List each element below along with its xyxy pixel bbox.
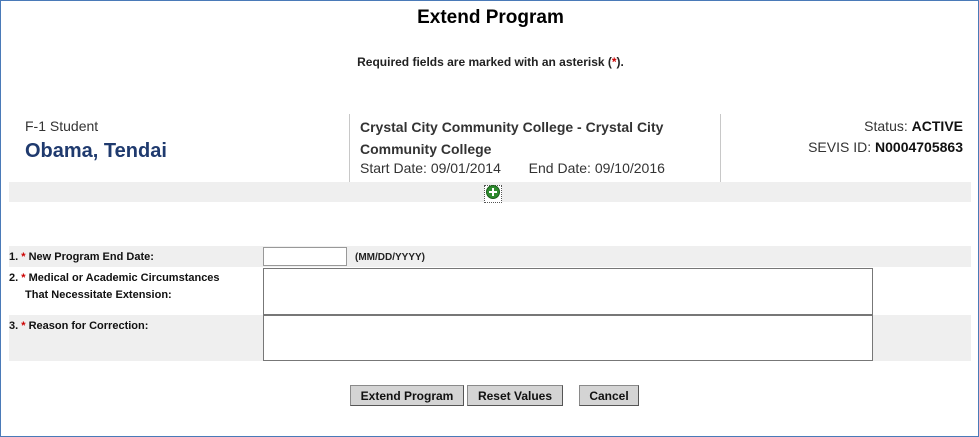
end-date-value: 09/10/2016: [594, 160, 665, 176]
form-row-circumstances: 2. * Medical or Academic Circumstances T…: [9, 267, 971, 315]
required-note-prefix: Required fields are marked with an aster…: [357, 55, 612, 69]
required-asterisk: *: [21, 272, 26, 284]
form-row-end-date: 1. * New Program End Date: (MM/DD/YYYY): [9, 246, 971, 267]
field-label-end-date: 1. * New Program End Date:: [9, 249, 261, 266]
end-date-label: End Date:: [528, 160, 591, 176]
reason-for-correction-textarea[interactable]: [263, 315, 873, 361]
reset-values-button[interactable]: Reset Values: [467, 385, 563, 406]
field-number: 3.: [9, 320, 19, 332]
program-info: Crystal City Community College - Crystal…: [349, 114, 721, 182]
sevis-id-label: SEVIS ID:: [808, 139, 872, 155]
field-label-text: Reason for Correction:: [28, 320, 149, 332]
plus-circle-icon: [486, 184, 500, 204]
expand-bar: [9, 182, 971, 204]
field-label-circumstances: 2. * Medical or Academic Circumstances T…: [9, 270, 261, 304]
page-frame: Extend Program Required fields are marke…: [0, 0, 979, 437]
expand-details-button[interactable]: [484, 184, 502, 204]
student-info-panel: F-1 Student Obama, Tendai Crystal City C…: [9, 114, 971, 182]
required-asterisk: *: [21, 320, 26, 332]
circumstances-textarea[interactable]: [263, 268, 873, 315]
cancel-button[interactable]: Cancel: [579, 385, 639, 406]
extend-program-button[interactable]: Extend Program: [350, 385, 464, 406]
status-label: Status:: [864, 118, 908, 134]
new-end-date-input[interactable]: [263, 247, 347, 266]
start-date-value: 09/01/2014: [430, 160, 501, 176]
school-name: Crystal City Community College - Crystal…: [360, 119, 664, 157]
required-fields-note: Required fields are marked with an aster…: [1, 55, 979, 69]
field-number: 1.: [9, 251, 19, 263]
sevis-id-line: SEVIS ID: N0004705863: [808, 139, 963, 155]
program-dates: Start Date: 09/01/2014 End Date: 09/10/2…: [360, 160, 665, 176]
sevis-id-value: N0004705863: [875, 139, 963, 155]
start-date-label: Start Date:: [360, 160, 427, 176]
field-label-reason: 3. * Reason for Correction:: [9, 318, 261, 335]
action-buttons: Extend Program Reset Values Cancel: [1, 385, 979, 407]
field-label-text-line2: That Necessitate Extension:: [25, 289, 172, 301]
field-label-text: New Program End Date:: [28, 251, 154, 263]
student-name: Obama, Tendai: [25, 140, 167, 162]
required-asterisk: *: [21, 251, 26, 263]
field-number: 2.: [9, 272, 19, 284]
required-note-suffix: ).: [616, 55, 624, 69]
page-title: Extend Program: [417, 7, 564, 28]
form-row-reason: 3. * Reason for Correction:: [9, 315, 971, 361]
date-format-hint: (MM/DD/YYYY): [355, 252, 425, 263]
field-label-text-line1: Medical or Academic Circumstances: [28, 272, 220, 284]
status-info: Status: ACTIVE SEVIS ID: N0004705863: [720, 114, 971, 182]
status-value: ACTIVE: [911, 118, 963, 134]
status-line: Status: ACTIVE: [864, 118, 963, 134]
student-identity: F-1 Student Obama, Tendai: [9, 114, 349, 182]
visa-type: F-1 Student: [25, 118, 99, 134]
